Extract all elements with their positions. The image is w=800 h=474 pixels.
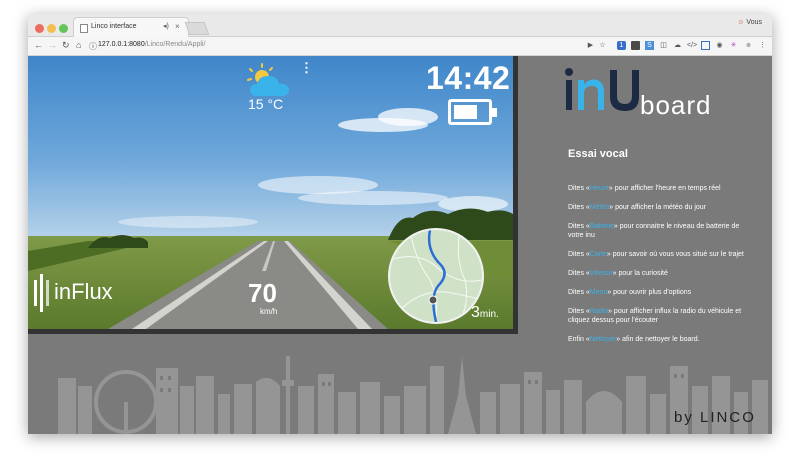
influx-radio[interactable]: inFlux <box>34 274 134 312</box>
eta-unit: min. <box>479 309 499 320</box>
voice-command: Dites «Carte» pour savoir où vous vous s… <box>568 251 744 258</box>
city-skyline <box>58 356 768 434</box>
extension-icon[interactable]: 1 <box>617 41 626 50</box>
video-panel: 15 °C ⋮ 14:42 inFlux 70 km/h 3min. <box>28 56 518 334</box>
mini-map[interactable] <box>388 228 484 324</box>
voice-command: Enfin «Nettoyer» afin de nettoyer le boa… <box>568 336 700 343</box>
extension-icon[interactable]: S <box>645 41 654 50</box>
address-bar[interactable]: 127.0.0.1:8080/Linco/Rendu/Appli/ <box>98 41 205 48</box>
battery-icon[interactable] <box>448 99 497 125</box>
info-icon[interactable]: ⓘ <box>89 41 97 52</box>
voice-command: Dites «Heure» pour afficher l'heure en t… <box>568 185 721 192</box>
eye-icon[interactable]: ◉ <box>715 41 724 50</box>
app-content: 15 °C ⋮ 14:42 inFlux 70 km/h 3min. board… <box>28 56 772 434</box>
menu-icon[interactable]: ⋮ <box>758 41 767 50</box>
extension-icon[interactable] <box>701 41 710 50</box>
footer-by: by <box>674 409 694 426</box>
voice-command-list: Dites «Heure» pour afficher l'heure en t… <box>568 184 752 354</box>
inuboard-logo: board <box>564 66 744 122</box>
cloud <box>298 191 448 205</box>
browser-window: Linco interface ◂) × ☺ Vous ← → ↻ ⌂ ⓘ 127… <box>28 14 772 434</box>
code-icon[interactable]: </> <box>687 41 697 50</box>
speaker-icon[interactable]: ◂) <box>163 22 169 30</box>
tab-title: Linco interface <box>91 23 137 30</box>
profile-icon: ☺ <box>737 19 745 26</box>
voice-command: Dites «Radio» pour afficher influx la ra… <box>568 308 742 324</box>
page-icon <box>80 24 88 33</box>
maximize-window-button[interactable] <box>59 24 68 33</box>
extension-icon[interactable]: ◫ <box>659 41 668 50</box>
home-icon[interactable]: ⌂ <box>76 40 81 50</box>
url-host: 127.0.0.1:8080 <box>98 41 145 48</box>
speed-value: 70 <box>248 278 277 308</box>
profile-button[interactable]: ☺ Vous <box>737 19 762 26</box>
voice-command: Dites «Vitesse» pour la curiosité <box>568 270 668 277</box>
cloud <box>118 216 258 228</box>
user-icon[interactable]: ☻ <box>744 41 753 50</box>
title-bar: Linco interface ◂) × ☺ Vous <box>28 14 772 37</box>
temperature: 15 °C <box>248 96 284 112</box>
back-icon[interactable]: ← <box>34 40 43 50</box>
eta: 3min. <box>471 304 499 322</box>
window-controls <box>35 20 71 38</box>
minimize-window-button[interactable] <box>47 24 56 33</box>
sidebar-title: Essai vocal <box>568 148 628 160</box>
battery-level <box>454 105 478 119</box>
voice-command: Dites «Météo» pour afficher la météo du … <box>568 204 707 211</box>
forward-icon[interactable]: → <box>48 40 57 50</box>
close-window-button[interactable] <box>35 24 44 33</box>
footer-company: LINCO <box>700 409 756 426</box>
browser-toolbar: ← → ↻ ⌂ ⓘ 127.0.0.1:8080/Linco/Rendu/App… <box>28 37 772 56</box>
browser-tab[interactable]: Linco interface ◂) × <box>73 17 189 37</box>
profile-label: Vous <box>746 19 762 26</box>
voice-command: Dites «Batterie» pour connaitre le nivea… <box>568 223 740 239</box>
reload-icon[interactable]: ↻ <box>62 40 70 51</box>
camera-icon[interactable]: ▶ <box>586 41 595 50</box>
clock: 14:42 <box>426 60 511 96</box>
new-tab-button[interactable] <box>184 22 210 35</box>
extension-icon[interactable]: ✳ <box>729 41 738 50</box>
voice-command: Dites «Menu» pour ouvrir plus d'options <box>568 289 692 296</box>
map-route <box>390 230 482 322</box>
menu-dots-icon[interactable]: ⋮ <box>300 60 313 76</box>
inu-logo-icon <box>565 68 639 111</box>
speed-unit: km/h <box>260 307 278 316</box>
close-tab-icon[interactable]: × <box>175 22 180 31</box>
bookmark-star-icon[interactable]: ☆ <box>598 41 607 50</box>
footer-credit: by LINCO <box>674 409 756 426</box>
cloud <box>378 108 438 126</box>
extension-icon[interactable]: ☁ <box>673 41 682 50</box>
eta-value: 3 <box>471 304 480 321</box>
extension-icon[interactable] <box>631 41 640 50</box>
influx-label: inFlux <box>54 279 113 304</box>
url-path: /Linco/Rendu/Appli/ <box>144 41 206 48</box>
battery-terminal <box>492 108 497 117</box>
brand-suffix: board <box>640 90 712 120</box>
tree-cluster <box>88 235 148 248</box>
